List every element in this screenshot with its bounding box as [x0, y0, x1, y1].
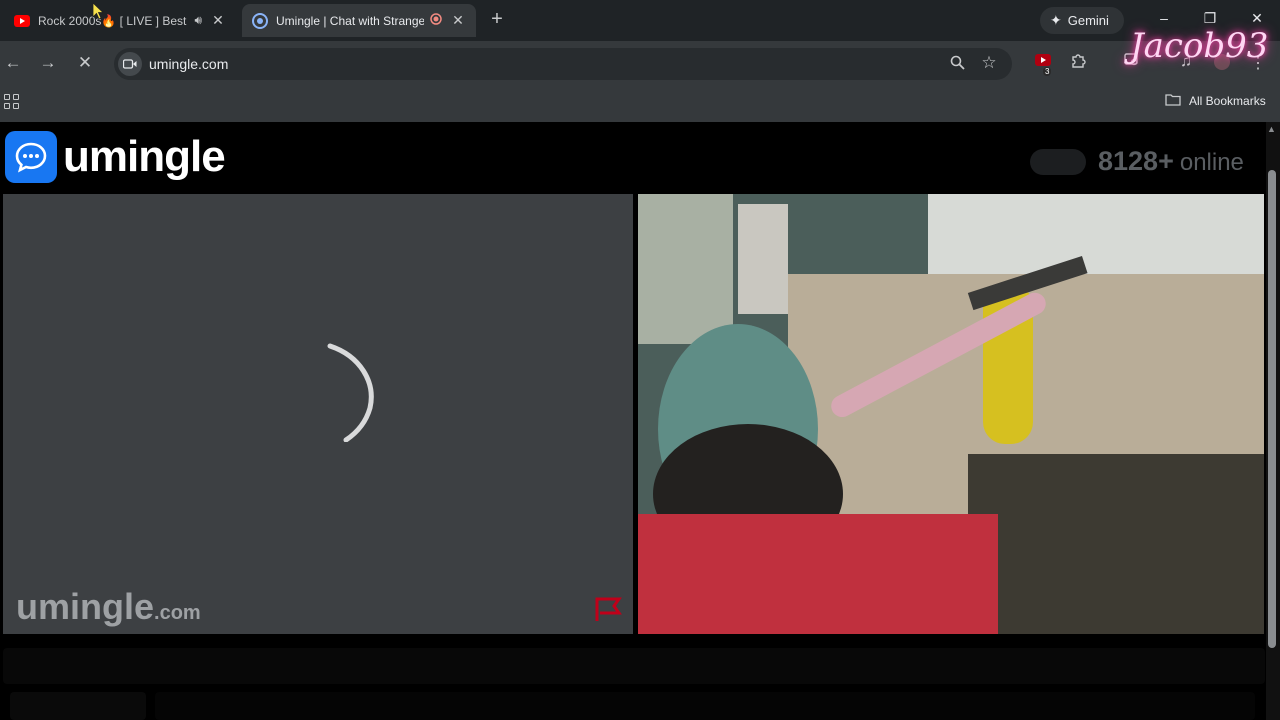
- online-label: online: [1179, 149, 1244, 176]
- chat-input-area[interactable]: [3, 648, 1265, 684]
- address-bar[interactable]: [114, 48, 1012, 80]
- loading-spinner: [327, 343, 374, 442]
- all-bookmarks-button[interactable]: All Bookmarks: [1165, 93, 1266, 109]
- self-video-pane: [638, 194, 1264, 634]
- scroll-up-arrow[interactable]: ▲: [1267, 124, 1276, 134]
- close-tab-button[interactable]: ✕: [450, 12, 466, 29]
- watermark-main: umingle: [16, 586, 155, 627]
- chat-icon: [252, 12, 268, 29]
- camera-icon: [123, 59, 137, 69]
- gemini-label: Gemini: [1067, 13, 1109, 28]
- forward-button[interactable]: →: [37, 53, 59, 73]
- toggle-switch[interactable]: [1030, 148, 1086, 175]
- restore-button[interactable]: ❐: [1200, 10, 1220, 27]
- message-input-area[interactable]: [155, 692, 1255, 720]
- webcam-feed: [638, 194, 1264, 634]
- close-window-button[interactable]: ✕: [1247, 10, 1267, 27]
- mouse-cursor: [92, 2, 104, 20]
- minimize-button[interactable]: –: [1154, 10, 1174, 26]
- back-icon: ←: [4, 53, 22, 72]
- forward-icon: →: [39, 53, 57, 72]
- tab-title: Umingle | Chat with Strangers: [276, 13, 424, 28]
- stop-icon: ✕: [77, 53, 93, 72]
- scrollbar-thumb[interactable]: [1268, 170, 1276, 648]
- watermark-tld: .com: [154, 602, 201, 624]
- zoom-icon[interactable]: [948, 55, 966, 74]
- bookmarks-bar: [0, 86, 1280, 122]
- chat-bubble-icon: [15, 142, 47, 173]
- youtube-icon: [14, 13, 30, 29]
- tab-title: Rock 2000s🔥 [ LIVE ] Best: [38, 13, 187, 28]
- star-icon[interactable]: ☆: [980, 53, 998, 73]
- record-icon: [430, 13, 442, 28]
- umingle-watermark: umingle.com: [16, 586, 201, 628]
- puzzle-icon[interactable]: [1067, 53, 1089, 74]
- brand-name[interactable]: umingle: [63, 132, 226, 182]
- umingle-logo[interactable]: [5, 131, 57, 183]
- all-bookmarks-label: All Bookmarks: [1189, 94, 1266, 108]
- stop-loading-button[interactable]: ✕: [74, 53, 96, 73]
- tab-umingle[interactable]: Umingle | Chat with Strangers ✕: [242, 4, 476, 37]
- sparkle-icon: ✦: [1050, 12, 1062, 28]
- gemini-button[interactable]: ✦ Gemini: [1040, 7, 1124, 34]
- url-text[interactable]: umingle.com: [149, 56, 228, 72]
- site-info-button[interactable]: [118, 52, 142, 76]
- back-button[interactable]: ←: [2, 53, 24, 73]
- stranger-video-pane: [3, 194, 633, 634]
- apps-icon[interactable]: [4, 94, 19, 109]
- stop-button-area[interactable]: [10, 692, 146, 720]
- folder-icon: [1165, 93, 1181, 109]
- speaker-icon[interactable]: 🔊︎: [194, 13, 202, 28]
- plus-icon: +: [491, 8, 503, 30]
- online-count: 8128+: [1098, 146, 1174, 176]
- new-tab-button[interactable]: +: [486, 8, 508, 31]
- online-indicator: 8128+ online: [1030, 146, 1244, 177]
- close-tab-button[interactable]: ✕: [210, 12, 226, 29]
- tab-rock-2000s[interactable]: Rock 2000s🔥 [ LIVE ] Best 🔊︎ ✕: [4, 4, 236, 37]
- streamer-name-overlay: Jacob93: [1130, 26, 1269, 66]
- flag-icon[interactable]: [594, 596, 624, 622]
